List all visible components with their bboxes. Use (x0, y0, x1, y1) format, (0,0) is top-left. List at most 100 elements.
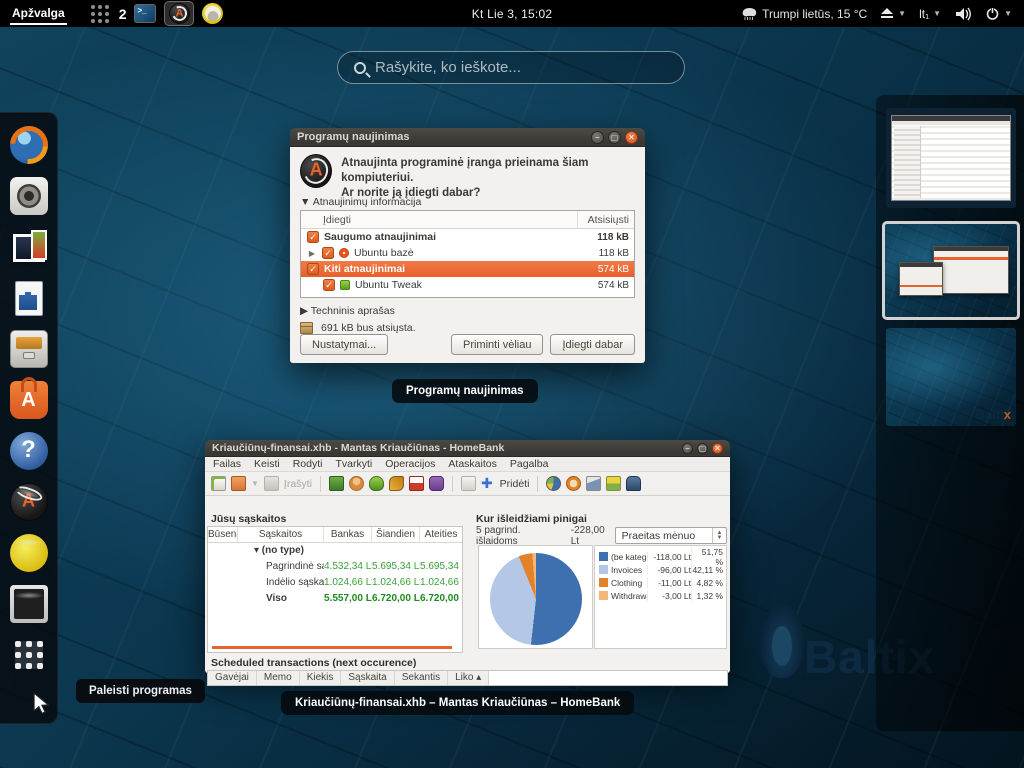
col-install[interactable]: Įdiegti (301, 211, 578, 228)
account-row[interactable]: Pagrindinė sąska 4.532,34 Lt 5.695,34 Lt… (208, 559, 462, 575)
payees-icon[interactable] (349, 476, 364, 491)
updater-titlebar[interactable]: Programų naujinimas – ▢ ✕ (290, 128, 645, 147)
menu-ataskaitos[interactable]: Ataskaitos (448, 458, 496, 470)
accounts-table[interactable]: Būsena Sąskaitos Bankas Šiandien Ateitie… (207, 526, 463, 653)
new-file-icon[interactable] (211, 476, 226, 491)
col-download[interactable]: Atsisiųsti (578, 211, 634, 228)
categories-icon[interactable] (369, 476, 384, 491)
col-liko-sorted[interactable]: Liko ▴ (448, 671, 489, 685)
checkbox-checked-icon[interactable]: ✓ (307, 231, 319, 243)
maximize-button[interactable]: ▢ (608, 131, 621, 144)
close-button[interactable]: ✕ (712, 443, 723, 454)
firefox-icon[interactable] (10, 126, 48, 164)
spinner-arrows-icon[interactable]: ▲▼ (712, 528, 726, 543)
menu-keisti[interactable]: Keisti (254, 458, 280, 470)
terminal-app-icon[interactable] (134, 4, 156, 23)
baltix-user-icon[interactable] (10, 534, 48, 572)
technical-description-expander[interactable]: ▶ Techninis aprašas (300, 305, 395, 317)
removable-media-menu[interactable]: ▼ (880, 8, 906, 20)
col-gavejai[interactable]: Gavėjai (208, 671, 257, 685)
install-now-button[interactable]: Įdiegti dabar (550, 334, 635, 355)
open-file-icon[interactable] (231, 476, 246, 491)
col-sekantis[interactable]: Sekantis (395, 671, 448, 685)
mini-homebank-window (899, 262, 943, 296)
add-transaction-label[interactable]: Pridėti (500, 478, 530, 490)
vehicle-cost-icon[interactable] (626, 476, 641, 491)
budget-icon[interactable] (429, 476, 444, 491)
menu-tvarkyti[interactable]: Tvarkyti (335, 458, 372, 470)
checkbox-checked-icon[interactable]: ✓ (307, 263, 319, 275)
update-row-ubuntu-base[interactable]: ▶✓Ubuntu bazė 118 kB (301, 245, 634, 261)
save-label[interactable]: Įrašyti (284, 478, 312, 490)
legend-row[interactable]: Invoices -96,00 Lt 42,11 % (599, 563, 724, 576)
add-transaction-icon[interactable]: ✚ (481, 475, 493, 492)
trend-time-icon[interactable] (566, 476, 581, 491)
close-button[interactable]: ✕ (625, 131, 638, 144)
minimize-button[interactable]: – (682, 443, 693, 454)
col-memo[interactable]: Memo (257, 671, 300, 685)
update-row-ubuntu-tweak[interactable]: ✓Ubuntu Tweak 574 kB (301, 277, 634, 293)
terminal-icon[interactable] (10, 585, 48, 623)
save-icon[interactable] (264, 476, 279, 491)
col-saskaita[interactable]: Sąskaita (341, 671, 394, 685)
legend-row[interactable]: (be kategorijos) -118,00 Lt 51,75 % (599, 550, 724, 563)
update-info-expander[interactable]: ▼ Atnaujinimų informacija (300, 196, 421, 208)
period-select[interactable]: Praeitas mėnuo ▲▼ (615, 527, 727, 544)
keyboard-layout-menu[interactable]: lt₁▼ (919, 7, 941, 21)
homebank-menubar: Failas Keisti Rodyti Tvarkyti Operacijos… (205, 457, 730, 472)
weather-indicator[interactable]: Trumpi lietūs, 15 °C (741, 6, 867, 22)
workspace-thumbnail-3[interactable]: Baltix (886, 328, 1016, 426)
minimize-button[interactable]: – (591, 131, 604, 144)
account-row[interactable]: Indėlio sąskaita 1.024,66 Lt 1.024,66 Lt… (208, 575, 462, 591)
maximize-button[interactable]: ▢ (697, 443, 708, 454)
col-kiekis[interactable]: Kiekis (300, 671, 342, 685)
workspace-thumbnail-1[interactable] (886, 108, 1016, 208)
libreoffice-writer-icon[interactable] (10, 279, 48, 317)
legend-row[interactable]: Clothing -11,00 Lt 4,82 % (599, 576, 724, 589)
archive-icon[interactable] (409, 476, 424, 491)
accounts-icon[interactable] (329, 476, 344, 491)
search-input[interactable]: Rašykite, ko ieškote... (337, 51, 685, 84)
clock[interactable]: Kt Lie 3, 15:02 (472, 7, 552, 21)
homebank-titlebar[interactable]: Kriaučiūnų-finansai.xhb - Mantas Kriauči… (205, 440, 730, 457)
power-menu[interactable]: ▼ (985, 6, 1012, 21)
ubuntu-software-icon[interactable] (10, 381, 48, 419)
remind-later-button[interactable]: Priminti vėliau (451, 334, 543, 355)
statistics-pie-icon[interactable] (546, 476, 561, 491)
window-list-icon[interactable] (91, 5, 109, 23)
accounts-table-header[interactable]: Būsena Sąskaitos Bankas Šiandien Ateitie… (208, 527, 462, 543)
menu-rodyti[interactable]: Rodyti (293, 458, 323, 470)
update-row-security[interactable]: ✓Saugumo atnaujinimai 118 kB (301, 229, 634, 245)
account-group-row[interactable]: ▾ (no type) (208, 543, 462, 559)
budget-report-icon[interactable] (606, 476, 621, 491)
checkbox-checked-icon[interactable]: ✓ (323, 279, 335, 291)
file-archiver-icon[interactable] (10, 330, 48, 368)
updates-table[interactable]: Įdiegti Atsisiųsti ✓Saugumo atnaujinimai… (300, 210, 635, 298)
update-row-other-selected[interactable]: ✓Kiti atnaujinimai 574 kB (301, 261, 634, 277)
menu-failas[interactable]: Failas (213, 458, 241, 470)
activities-button[interactable]: Apžvalga (10, 2, 67, 25)
menu-pagalba[interactable]: Pagalba (510, 458, 549, 470)
photos-icon[interactable] (10, 228, 48, 266)
workspace-thumbnail-2-active[interactable] (882, 221, 1020, 320)
updates-table-header[interactable]: Įdiegti Atsisiųsti (301, 211, 634, 229)
software-updater-window[interactable]: Programų naujinimas – ▢ ✕ Atnaujinta pro… (290, 128, 645, 363)
report-icon[interactable] (461, 476, 476, 491)
software-updater-app-icon[interactable] (164, 1, 194, 26)
help-icon[interactable] (10, 432, 48, 470)
open-recent-dropdown-icon[interactable]: ▼ (251, 479, 259, 488)
homebank-window[interactable]: Kriaučiūnų-finansai.xhb - Mantas Kriauči… (205, 440, 730, 673)
baltix-app-icon[interactable] (202, 3, 223, 24)
software-updater-icon[interactable] (10, 483, 48, 521)
rhythmbox-icon[interactable] (10, 177, 48, 215)
volume-icon[interactable] (954, 6, 972, 22)
legend-row[interactable]: Withdrawal of cash -3,00 Lt 1,32 % (599, 589, 724, 602)
show-applications-icon[interactable] (15, 641, 43, 669)
assignments-icon[interactable] (389, 476, 404, 491)
checkbox-checked-icon[interactable]: ✓ (322, 247, 334, 259)
menu-operacijos[interactable]: Operacijos (385, 458, 435, 470)
balance-report-icon[interactable] (586, 476, 601, 491)
settings-button[interactable]: Nustatymai... (300, 334, 388, 355)
scheduled-table-header[interactable]: Gavėjai Memo Kiekis Sąskaita Sekantis Li… (207, 670, 728, 686)
expand-arrow-icon[interactable]: ▶ (307, 249, 317, 258)
